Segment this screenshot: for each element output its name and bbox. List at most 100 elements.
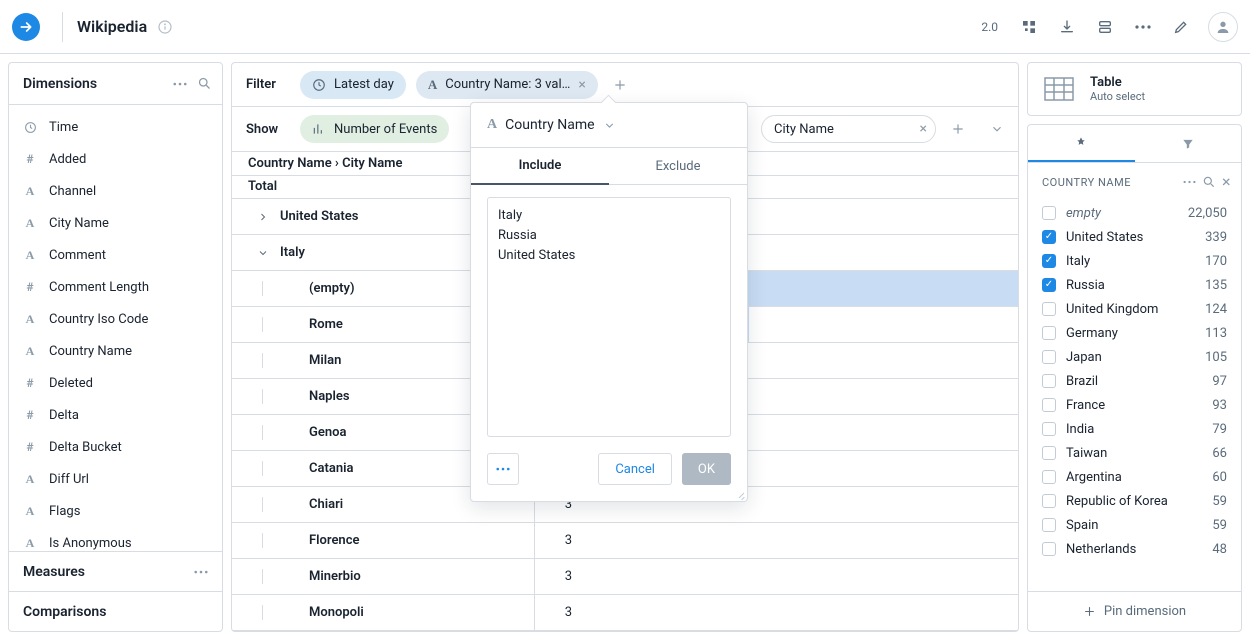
checkbox[interactable] (1042, 542, 1056, 556)
resize-handle[interactable] (735, 489, 745, 499)
dimension-item[interactable]: #Comment Length (9, 271, 222, 303)
dimension-item[interactable]: AChannel (9, 175, 222, 207)
checkbox[interactable] (1042, 278, 1056, 292)
checkbox[interactable] (1042, 206, 1056, 220)
popover-dimension: Country Name (505, 117, 594, 133)
measure-pill[interactable]: Number of Events (300, 115, 449, 143)
dimension-item[interactable]: # Delta Bucket (9, 431, 222, 463)
dimension-item[interactable]: ADiff Url (9, 463, 222, 495)
dimension-item[interactable]: ACity Name (9, 207, 222, 239)
checkbox[interactable] (1042, 254, 1056, 268)
row-label: Florence (309, 533, 359, 548)
facet-row[interactable]: Republic of Korea59 (1028, 489, 1241, 513)
checkbox[interactable] (1042, 302, 1056, 316)
row-label: (empty) (309, 281, 355, 296)
facet-row[interactable]: Spain59 (1028, 513, 1241, 537)
table-row[interactable]: Florence3 (232, 523, 1018, 559)
download-icon[interactable] (1056, 16, 1078, 38)
table-row[interactable]: Minerbio3 (232, 559, 1018, 595)
measure-label: Number of Events (334, 122, 437, 137)
facet-row[interactable]: Netherlands48 (1028, 537, 1241, 561)
facet-row[interactable]: United Kingdom124 (1028, 297, 1241, 321)
facet-row[interactable]: United States339 (1028, 225, 1241, 249)
checkbox[interactable] (1042, 518, 1056, 532)
split-pill[interactable]: City Name × (761, 115, 936, 143)
dimensions-more-icon[interactable] (173, 82, 187, 86)
measures-more-icon[interactable] (194, 570, 208, 574)
search-icon[interactable] (197, 76, 212, 91)
close-icon[interactable]: × (920, 122, 927, 136)
dimension-item[interactable]: AComment (9, 239, 222, 271)
add-split-button[interactable] (946, 117, 970, 141)
avatar[interactable] (1208, 12, 1238, 42)
checkbox[interactable] (1042, 470, 1056, 484)
dimension-item[interactable]: ACountry Name (9, 335, 222, 367)
filter-pill-country[interactable]: A Country Name: 3 val… × (416, 71, 598, 99)
row-label: Minerbio (309, 569, 361, 584)
facet-row[interactable]: India79 (1028, 417, 1241, 441)
dimension-label: Delta Bucket (49, 440, 122, 455)
facet-more-icon[interactable] (1183, 180, 1196, 184)
checkbox[interactable] (1042, 422, 1056, 436)
dimension-item[interactable]: #Deleted (9, 367, 222, 399)
facet-row[interactable]: Russia135 (1028, 273, 1241, 297)
search-icon[interactable] (1202, 175, 1216, 189)
cancel-button[interactable]: Cancel (598, 453, 672, 485)
facet-row[interactable]: empty22,050 (1028, 201, 1241, 225)
checkbox[interactable] (1042, 446, 1056, 460)
dimension-item[interactable]: AIs Anonymous (9, 527, 222, 551)
tiles-icon[interactable] (1018, 16, 1040, 38)
tab-filter[interactable] (1135, 125, 1242, 162)
comparisons-header[interactable]: Comparisons (9, 591, 222, 631)
facet-row[interactable]: Italy170 (1028, 249, 1241, 273)
a-icon: A (23, 184, 37, 199)
a-icon: A (23, 472, 37, 487)
ok-button[interactable]: OK (682, 453, 731, 485)
filter-pill-time[interactable]: Latest day (300, 71, 406, 99)
viz-selector[interactable]: Table Auto select (1027, 62, 1242, 116)
app-logo[interactable] (12, 13, 40, 41)
dimension-item[interactable]: #Delta (9, 399, 222, 431)
checkbox[interactable] (1042, 374, 1056, 388)
dimension-item[interactable]: #Added (9, 143, 222, 175)
tab-pin[interactable] (1028, 125, 1135, 162)
server-icon[interactable] (1094, 16, 1116, 38)
checkbox[interactable] (1042, 494, 1056, 508)
info-icon[interactable] (157, 19, 173, 35)
dimension-item[interactable]: AFlags (9, 495, 222, 527)
dimension-item[interactable]: ACountry Iso Code (9, 303, 222, 335)
checkbox[interactable] (1042, 326, 1056, 340)
popover-header[interactable]: A Country Name (471, 103, 747, 147)
tab-exclude[interactable]: Exclude (609, 148, 747, 184)
checkbox[interactable] (1042, 230, 1056, 244)
popover-more-button[interactable] (487, 453, 519, 485)
total-label: Total (248, 179, 277, 194)
facet-count: 170 (1205, 254, 1227, 269)
row-label: Milan (309, 353, 341, 368)
add-filter-button[interactable] (608, 73, 632, 97)
hash-icon: # (23, 440, 37, 454)
facet-row[interactable]: Taiwan66 (1028, 441, 1241, 465)
dimension-item[interactable]: Time (9, 111, 222, 143)
chevron-right-icon[interactable] (256, 211, 270, 223)
chevron-down-icon[interactable] (256, 247, 270, 259)
checkbox[interactable] (1042, 350, 1056, 364)
close-icon[interactable]: × (1222, 174, 1231, 190)
facet-row[interactable]: Brazil97 (1028, 369, 1241, 393)
filter-values-input[interactable]: Italy Russia United States (487, 197, 731, 437)
chevron-down-icon[interactable] (990, 122, 1004, 136)
edit-icon[interactable] (1170, 16, 1192, 38)
measures-header[interactable]: Measures (9, 551, 222, 591)
tab-include[interactable]: Include (471, 148, 609, 185)
more-icon[interactable] (1132, 16, 1154, 38)
dimension-label: Comment (49, 248, 106, 263)
facet-label: United States (1066, 230, 1195, 245)
checkbox[interactable] (1042, 398, 1056, 412)
facet-row[interactable]: Japan105 (1028, 345, 1241, 369)
close-icon[interactable]: × (578, 78, 585, 92)
pin-dimension-button[interactable]: Pin dimension (1028, 591, 1241, 631)
facet-row[interactable]: France93 (1028, 393, 1241, 417)
table-row[interactable]: Monopoli3 (232, 595, 1018, 631)
facet-row[interactable]: Argentina60 (1028, 465, 1241, 489)
facet-row[interactable]: Germany113 (1028, 321, 1241, 345)
